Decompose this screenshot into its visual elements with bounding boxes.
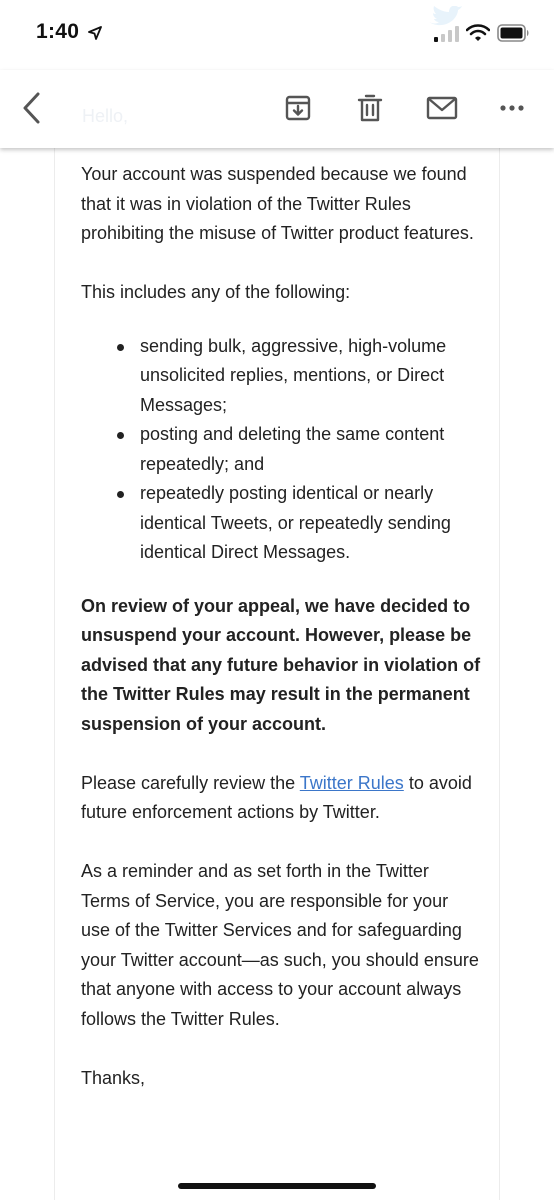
- review-rules-paragraph: Please carefully review the Twitter Rule…: [81, 769, 481, 828]
- email-toolbar: Hello,: [0, 70, 554, 148]
- more-options-button[interactable]: [492, 88, 532, 128]
- list-item: sending bulk, aggressive, high-volume un…: [81, 332, 481, 421]
- delete-button[interactable]: [350, 88, 390, 128]
- sign-off: Thanks,: [81, 1067, 146, 1088]
- suspension-paragraph: Your account was suspended because we fo…: [81, 164, 474, 243]
- list-item: posting and deleting the same content re…: [81, 420, 481, 479]
- archive-button[interactable]: [278, 88, 318, 128]
- battery-icon: [497, 24, 529, 42]
- wifi-icon: [466, 24, 490, 41]
- list-item: repeatedly posting identical or nearly i…: [81, 479, 481, 568]
- twitter-rules-link[interactable]: Twitter Rules: [300, 773, 404, 793]
- trash-icon: [357, 94, 383, 122]
- status-bar: 1:40: [0, 0, 554, 70]
- archive-icon: [285, 95, 311, 121]
- back-icon[interactable]: [18, 90, 46, 126]
- list-intro: This includes any of the following:: [81, 282, 351, 302]
- email-content: Your account was suspended because we fo…: [81, 160, 481, 1093]
- review-text-prefix: Please carefully review the: [81, 772, 300, 793]
- reminder-paragraph: As a reminder and as set forth in the Tw…: [81, 861, 479, 1029]
- home-indicator[interactable]: [178, 1183, 376, 1189]
- violation-list: sending bulk, aggressive, high-volume un…: [81, 332, 481, 568]
- location-arrow-icon: [88, 26, 102, 40]
- hidden-greeting: Hello,: [82, 106, 129, 126]
- mark-unread-button[interactable]: [422, 88, 462, 128]
- mail-icon: [426, 96, 458, 120]
- more-icon: [500, 105, 524, 111]
- signal-icon: [434, 26, 459, 42]
- status-time: 1:40: [36, 20, 80, 43]
- appeal-result-paragraph: On review of your appeal, we have decide…: [81, 595, 481, 734]
